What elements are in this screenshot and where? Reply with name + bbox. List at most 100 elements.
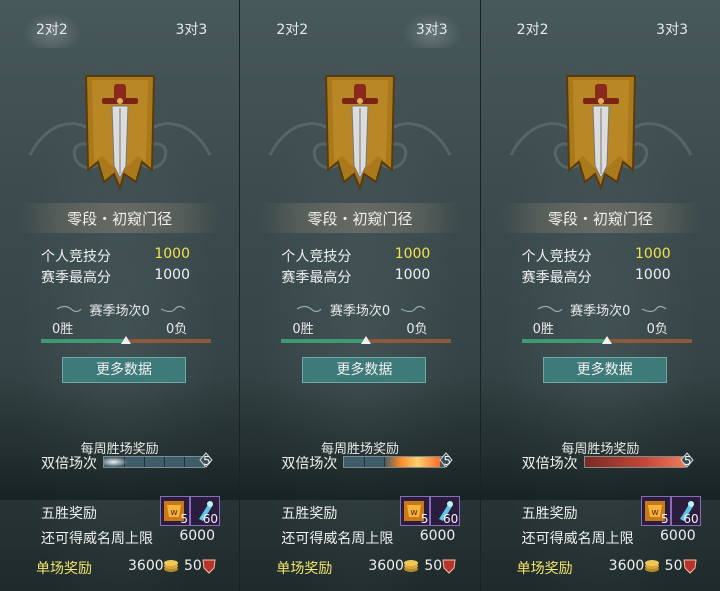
personal-score-value: 1000	[154, 246, 190, 262]
tab-2v2[interactable]: 2对2	[262, 12, 322, 48]
five-win-reward-label: 五胜奖励	[41, 506, 97, 522]
crystal-key-icon[interactable]: 60	[430, 496, 461, 526]
red-shield-icon	[202, 559, 216, 574]
season-best-label: 赛季最高分	[41, 270, 111, 286]
remaining-fame-value: 6000	[660, 528, 696, 544]
more-data-button[interactable]: 更多数据	[302, 357, 427, 383]
five-win-reward-label: 五胜奖励	[521, 506, 578, 522]
rank-panel-1: 2对2 3对3 零段・初窥门径 个人竞技分 1000 赛季最高分 1000 赛季…	[240, 0, 481, 591]
rank-title: 零段・初窥门径	[67, 210, 173, 228]
crystal-key-count: 60	[443, 512, 459, 526]
crystal-key-count: 60	[683, 512, 699, 526]
honor-token-count: 5	[661, 512, 669, 526]
coin-stack-icon	[644, 560, 659, 572]
double-matches-label: 双倍场次	[281, 456, 338, 472]
season-best-row: 赛季最高分 1000	[281, 267, 441, 287]
rank-panel-0: 2对2 3对3 零段・初窥门径 个人竞技分 1000 赛季最高分 1000 赛季…	[0, 0, 241, 591]
win-bar-fill	[281, 339, 367, 343]
double-matches-label: 双倍场次	[41, 456, 97, 472]
svg-text:w: w	[411, 508, 418, 518]
season-best-row: 赛季最高分 1000	[41, 267, 201, 287]
season-matches-title: 赛季场次0	[89, 304, 150, 319]
crystal-key-icon[interactable]: 60	[670, 496, 701, 526]
win-bar-fill	[521, 339, 607, 343]
crystal-key-count: 60	[202, 512, 218, 526]
single-match-reward-label: 单场奖励	[516, 561, 573, 577]
remaining-fame-row: 还可得威名周上限 6000	[281, 528, 455, 548]
red-shield-icon	[683, 559, 697, 574]
coin-stack-icon	[404, 560, 419, 572]
tab-3v3[interactable]: 3对3	[642, 12, 702, 48]
mode-tabs: 2对2 3对3	[481, 12, 720, 48]
honor-token-count: 5	[180, 512, 188, 526]
double-bar-divider	[144, 457, 145, 467]
red-shield-icon	[442, 559, 456, 574]
season-best-value: 1000	[154, 267, 190, 283]
single-coin-value: 3600	[128, 558, 164, 574]
losses-count: 0负	[646, 322, 668, 337]
double-matches-bar	[583, 456, 686, 468]
win-ratio-marker	[121, 336, 131, 344]
double-bar-fill	[584, 457, 685, 467]
double-bar-divider	[364, 457, 366, 467]
double-matches-count: 5	[683, 454, 692, 468]
win-ratio-marker	[601, 336, 612, 344]
remaining-fame-label: 还可得威名周上限	[41, 531, 153, 547]
right-ornament-icon	[641, 305, 667, 313]
losses-count: 0负	[166, 322, 188, 337]
remaining-fame-row: 还可得威名周上限 6000	[522, 528, 696, 548]
single-shield-value: 50	[184, 558, 202, 574]
wins-count: 0胜	[52, 322, 74, 337]
sword-banner-icon	[325, 75, 396, 190]
personal-score-label: 个人竞技分	[281, 249, 352, 265]
tab-3v3[interactable]: 3对3	[162, 12, 222, 48]
season-best-row: 赛季最高分 1000	[522, 267, 682, 287]
personal-score-label: 个人竞技分	[41, 249, 111, 265]
rank-title: 零段・初窥门径	[307, 210, 413, 228]
honor-token-count: 5	[420, 512, 429, 526]
single-shield-value: 50	[664, 558, 683, 574]
svg-text:w: w	[651, 508, 658, 518]
honor-token-icon[interactable]: w 5	[400, 496, 431, 526]
mode-tabs: 2对2 3对3	[0, 12, 239, 48]
crystal-key-icon[interactable]: 60	[190, 496, 220, 526]
single-match-reward-label: 单场奖励	[36, 561, 92, 577]
personal-score-value: 1000	[635, 246, 671, 262]
win-ratio-marker	[361, 336, 372, 344]
single-coin-value: 3600	[368, 558, 404, 574]
double-bar-divider	[164, 457, 165, 467]
remaining-fame-label: 还可得威名周上限	[281, 531, 394, 547]
mode-tabs: 2对2 3对3	[240, 12, 479, 48]
right-ornament-icon	[401, 305, 426, 313]
wins-count: 0胜	[292, 322, 314, 337]
more-data-button[interactable]: 更多数据	[62, 357, 186, 383]
wins-count: 0胜	[532, 322, 554, 337]
tab-3v3[interactable]: 3对3	[401, 12, 462, 48]
single-shield-value: 50	[424, 558, 443, 574]
remaining-fame-value: 6000	[179, 528, 215, 544]
double-matches-label: 双倍场次	[521, 456, 578, 472]
season-best-label: 赛季最高分	[521, 270, 592, 286]
personal-score-row: 个人竞技分 1000	[281, 246, 441, 266]
season-matches-title: 赛季场次0	[570, 304, 631, 319]
double-bar-divider	[184, 457, 185, 467]
season-best-value: 1000	[394, 267, 431, 283]
double-matches-count: 5	[443, 454, 452, 468]
season-best-value: 1000	[635, 267, 671, 283]
sword-banner-icon	[84, 75, 156, 190]
personal-score-label: 个人竞技分	[521, 249, 592, 265]
arena-rank-panels: 2对2 3对3 零段・初窥门径 个人竞技分 1000 赛季最高分 1000 赛季…	[0, 0, 720, 591]
rank-panel-2: 2对2 3对3 零段・初窥门径 个人竞技分 1000 赛季最高分 1000 赛季…	[480, 0, 720, 591]
double-matches-count: 5	[203, 454, 211, 468]
tab-2v2[interactable]: 2对2	[22, 12, 82, 48]
honor-token-icon[interactable]: w 5	[160, 496, 190, 526]
tab-2v2[interactable]: 2对2	[503, 12, 563, 48]
more-data-button[interactable]: 更多数据	[542, 357, 667, 383]
losses-count: 0负	[406, 322, 428, 337]
coin-stack-icon	[164, 560, 178, 572]
single-match-reward-label: 单场奖励	[276, 561, 333, 577]
sword-banner-icon	[565, 75, 636, 190]
honor-token-icon[interactable]: w 5	[640, 496, 671, 526]
remaining-fame-label: 还可得威名周上限	[521, 531, 634, 547]
rank-title: 零段・初窥门径	[547, 210, 653, 228]
